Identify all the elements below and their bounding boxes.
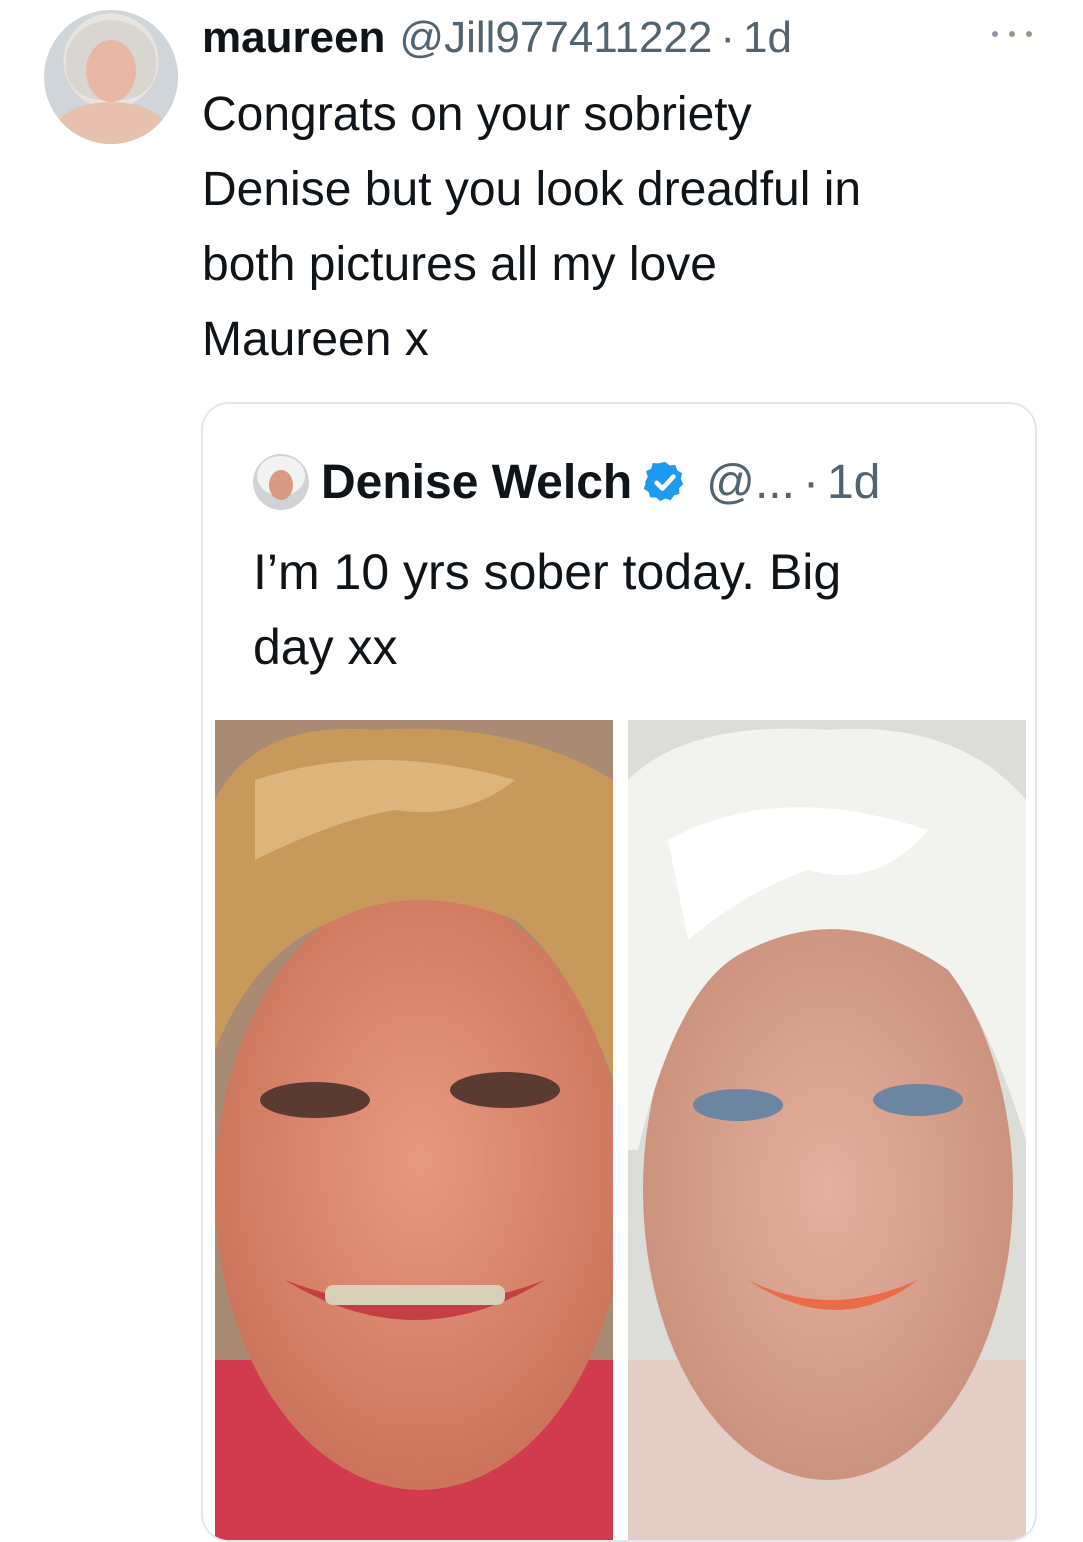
quoted-author-display-name[interactable]: Denise Welch [321, 455, 632, 510]
more-horizontal-icon[interactable] [992, 24, 1032, 44]
tweet-text: Congrats on your sobriety Denise but you… [202, 88, 862, 366]
quoted-author-avatar[interactable] [253, 454, 309, 510]
tweet-timestamp[interactable]: 1d [743, 8, 792, 68]
quoted-tweet-card[interactable]: Denise Welch @... · 1d I’m 10 yrs sober … [201, 402, 1037, 1542]
more-dot [1009, 31, 1015, 37]
tweet-header: maureen @Jill977411222 · 1d [202, 8, 792, 68]
more-dot [992, 31, 998, 37]
quoted-avatar-face [269, 470, 293, 500]
avatar-face [86, 40, 136, 102]
author-handle[interactable]: @Jill977411222 [399, 8, 712, 68]
photo-after[interactable] [628, 720, 1026, 1540]
author-display-name[interactable]: maureen [202, 8, 385, 68]
avatar-shoulders [54, 102, 168, 144]
more-dot [1026, 31, 1032, 37]
header-separator: · [720, 13, 736, 62]
verified-badge-icon [643, 461, 684, 502]
photo-before[interactable] [215, 720, 613, 1540]
author-avatar[interactable] [44, 10, 178, 144]
quoted-header-separator: · [802, 455, 819, 509]
photo-after-image [628, 720, 1026, 1540]
quoted-author-handle[interactable]: @... [706, 455, 795, 510]
quoted-tweet-timestamp[interactable]: 1d [827, 455, 880, 510]
quoted-tweet-header: Denise Welch @... · 1d [253, 452, 880, 512]
quoted-tweet-text: I’m 10 yrs sober today. Big day xx [253, 544, 842, 675]
photo-before-image [215, 720, 613, 1540]
